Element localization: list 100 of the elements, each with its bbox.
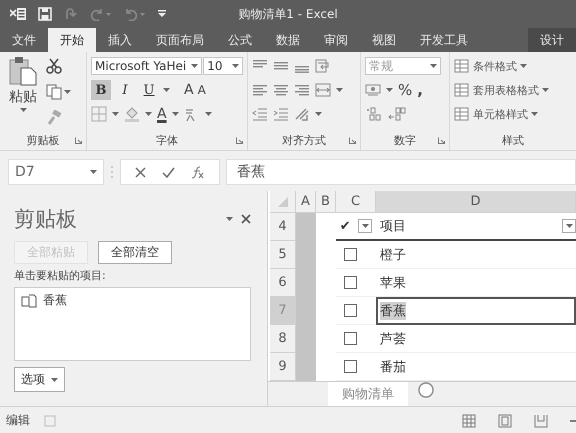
caret-icon[interactable]: [430, 64, 437, 68]
customize-icon[interactable]: [158, 10, 166, 18]
ribbon-tab[interactable]: 数据: [264, 28, 312, 52]
comma-button[interactable]: ,: [417, 81, 430, 99]
spreadsheet-logo-icon[interactable]: [10, 7, 26, 21]
ribbon-tab[interactable]: 设计: [528, 28, 576, 52]
increase-decimal-icon[interactable]: [365, 107, 383, 121]
pane-button[interactable]: 全部清空: [98, 241, 172, 264]
ribbon-tab[interactable]: 公式: [216, 28, 264, 52]
ribbon-tab[interactable]: 开始: [48, 28, 96, 52]
caret-icon[interactable]: [145, 112, 152, 116]
new-sheet-icon[interactable]: [418, 382, 434, 398]
group-label: 对齐方式: [282, 132, 326, 148]
text-style-button[interactable]: U: [139, 80, 159, 100]
style-menu-button[interactable]: 条件格式: [454, 56, 572, 76]
scissors-icon[interactable]: [46, 58, 62, 74]
caret-icon[interactable]: [232, 64, 239, 68]
caret-icon[interactable]: [172, 112, 179, 116]
shrink-font-button[interactable]: A: [198, 83, 206, 97]
checkbox[interactable]: [344, 248, 357, 261]
page-break-icon[interactable]: [534, 414, 548, 428]
percent-button[interactable]: %: [398, 81, 412, 99]
decrease-indent-icon[interactable]: [252, 107, 268, 121]
checkbox[interactable]: [344, 276, 357, 289]
ribbon-tab[interactable]: 审阅: [312, 28, 360, 52]
table-cell: 芦荟: [376, 325, 576, 353]
fill-color-icon[interactable]: [124, 106, 140, 122]
caret-icon[interactable]: [520, 64, 527, 68]
options-button[interactable]: 选项: [14, 367, 65, 392]
caret-icon[interactable]: [112, 112, 119, 116]
align-right-icon[interactable]: [294, 83, 310, 97]
align-center-icon[interactable]: [273, 83, 289, 97]
caret-icon[interactable]: [386, 88, 393, 92]
font-color-button[interactable]: A: [157, 108, 167, 120]
row-header[interactable]: 4: [270, 213, 296, 241]
column-header[interactable]: A: [296, 191, 316, 213]
increase-indent-icon[interactable]: [273, 107, 289, 121]
caret-icon[interactable]: [336, 88, 343, 92]
ribbon-tab[interactable]: 页面布局: [144, 28, 216, 52]
style-menu-button[interactable]: 单元格样式: [454, 104, 572, 124]
save-icon[interactable]: [38, 7, 52, 21]
name-box[interactable]: D7: [8, 159, 104, 185]
dialog-launcher-icon[interactable]: [438, 137, 445, 144]
column-header[interactable]: B: [316, 191, 336, 213]
caret-icon[interactable]: [204, 112, 212, 116]
ribbon-tab[interactable]: 插入: [96, 28, 144, 52]
caret-icon[interactable]: [64, 90, 71, 94]
align-left-icon[interactable]: [252, 83, 268, 97]
column-header[interactable]: C: [336, 191, 376, 213]
style-menu-button[interactable]: 套用表格格式: [454, 80, 572, 100]
dialog-launcher-icon[interactable]: [349, 137, 356, 144]
row-header[interactable]: 8: [270, 325, 296, 353]
row-header[interactable]: 9: [270, 353, 296, 381]
wrap-text-icon[interactable]: [315, 59, 331, 73]
checkbox[interactable]: [344, 304, 357, 317]
checkmark-icon[interactable]: [162, 166, 175, 178]
copy-icon[interactable]: [46, 84, 62, 100]
filter-button[interactable]: [358, 219, 372, 233]
caret-icon[interactable]: [531, 112, 538, 116]
row-header[interactable]: 6: [270, 269, 296, 297]
ribbon-tab[interactable]: 开发工具: [408, 28, 480, 52]
decrease-decimal-icon[interactable]: [388, 107, 406, 121]
caret-icon[interactable]: [191, 64, 198, 68]
caret-icon[interactable]: [362, 224, 369, 228]
text-style-button[interactable]: I: [115, 80, 135, 100]
font-size-dropdown[interactable]: 10: [203, 57, 243, 75]
grow-font-button[interactable]: A: [184, 82, 194, 98]
caret-icon[interactable]: [163, 88, 170, 92]
caret-icon[interactable]: [542, 88, 549, 92]
clipboard-item[interactable]: 香蕉: [21, 292, 67, 309]
caret-icon[interactable]: [51, 378, 58, 382]
checkbox[interactable]: [344, 360, 357, 373]
caret-icon[interactable]: [566, 224, 572, 228]
formula-input[interactable]: 香蕉: [226, 159, 576, 185]
normal-view-icon[interactable]: [462, 414, 476, 428]
font-name-dropdown[interactable]: Microsoft YaHei: [91, 57, 202, 75]
currency-icon[interactable]: [365, 83, 381, 97]
caret-icon[interactable]: [90, 170, 97, 174]
filter-button[interactable]: [562, 219, 576, 233]
column-header[interactable]: D: [376, 191, 576, 213]
dialog-launcher-icon[interactable]: [236, 137, 243, 144]
checkbox[interactable]: [344, 332, 357, 345]
close-icon[interactable]: [135, 166, 146, 178]
pane-menu-icon[interactable]: [226, 217, 233, 221]
corner-cell[interactable]: [270, 191, 296, 213]
merge-icon[interactable]: [315, 83, 331, 97]
caret-icon[interactable]: [315, 112, 322, 116]
sheet-tab[interactable]: 购物清单: [328, 382, 408, 406]
ribbon-tab[interactable]: 视图: [360, 28, 408, 52]
function-icon[interactable]: [191, 166, 205, 178]
caret-icon[interactable]: [20, 108, 26, 112]
paste-button[interactable]: 粘贴: [8, 56, 38, 112]
drag-handle-icon[interactable]: [110, 165, 114, 179]
text-style-button[interactable]: B: [91, 80, 111, 100]
ribbon-tab[interactable]: 文件: [0, 28, 48, 52]
orientation-icon[interactable]: [294, 107, 310, 121]
page-layout-icon[interactable]: [498, 414, 512, 428]
row-header[interactable]: 5: [270, 241, 296, 269]
close-icon[interactable]: [241, 214, 251, 224]
dialog-launcher-icon[interactable]: [75, 137, 82, 144]
